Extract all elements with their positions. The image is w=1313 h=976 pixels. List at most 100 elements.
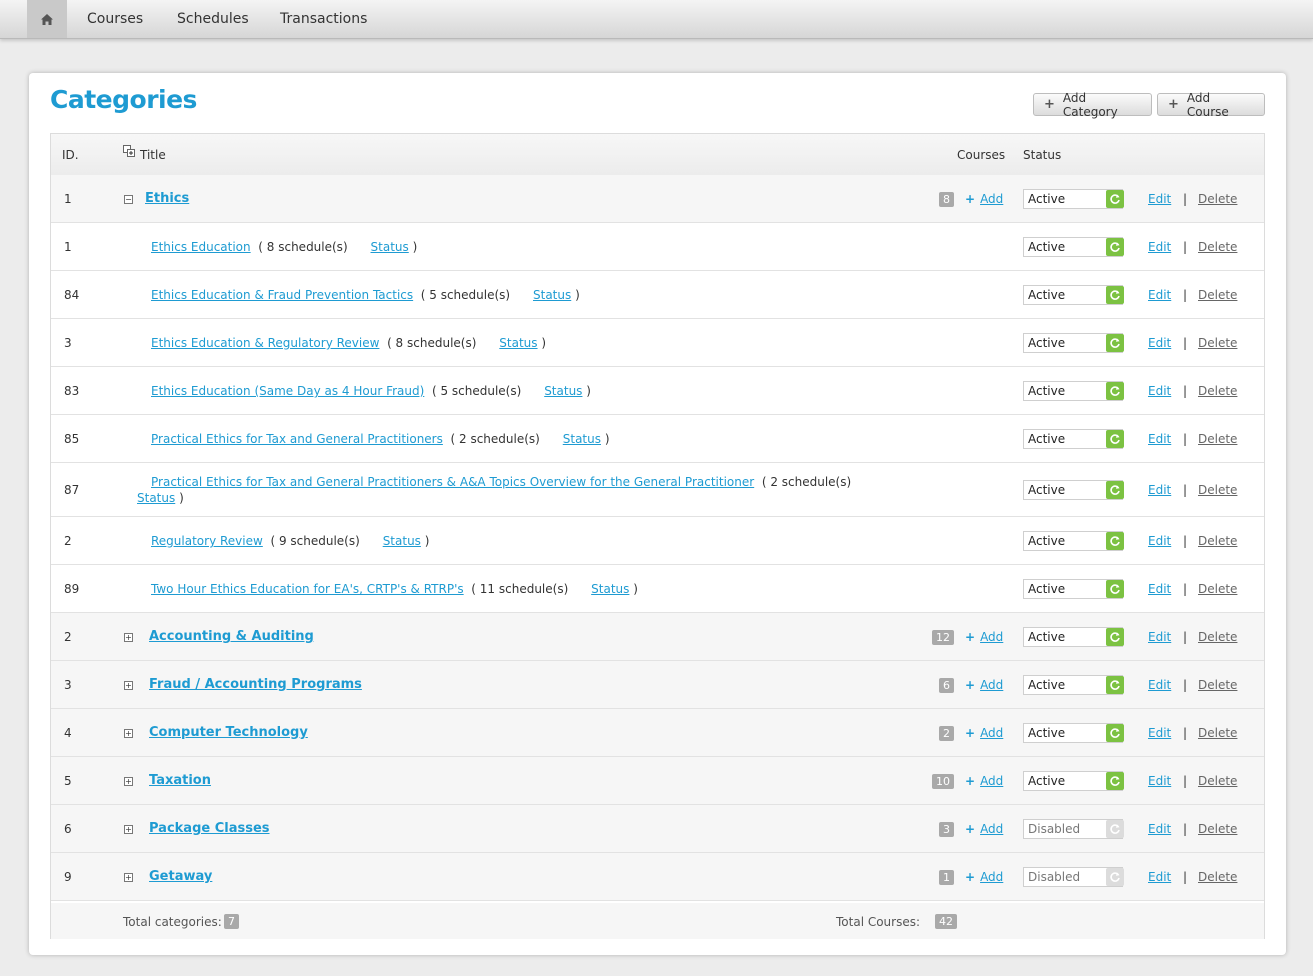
add-course-link[interactable]: + Add xyxy=(965,774,1003,788)
refresh-icon[interactable] xyxy=(1106,382,1124,400)
edit-link[interactable]: Edit xyxy=(1148,774,1171,788)
status-link[interactable]: Status xyxy=(544,384,582,398)
edit-link[interactable]: Edit xyxy=(1148,384,1171,398)
category-title-link[interactable]: Taxation xyxy=(149,773,211,788)
status-link[interactable]: Status xyxy=(137,491,175,505)
delete-link[interactable]: Delete xyxy=(1198,582,1237,596)
refresh-icon[interactable] xyxy=(1106,334,1124,352)
category-title-link[interactable]: Getaway xyxy=(149,869,212,884)
course-title-link[interactable]: Practical Ethics for Tax and General Pra… xyxy=(151,432,443,446)
delete-link[interactable]: Delete xyxy=(1198,774,1237,788)
separator: | xyxy=(1183,822,1188,836)
header-title[interactable]: Title xyxy=(140,148,166,162)
course-row: 85 Practical Ethics for Tax and General P… xyxy=(51,415,1264,463)
add-link-label: Add xyxy=(980,678,1004,692)
course-row: 1 Ethics Education ( 8 schedule(s) Status… xyxy=(51,223,1264,271)
nav-schedules[interactable]: Schedules xyxy=(177,11,249,27)
expand-icon[interactable]: + xyxy=(124,777,133,786)
course-title-link[interactable]: Practical Ethics for Tax and General Pra… xyxy=(151,475,754,489)
refresh-icon[interactable] xyxy=(1106,724,1124,742)
expand-icon[interactable]: + xyxy=(124,825,133,834)
add-course-link[interactable]: + Add xyxy=(965,630,1003,644)
course-count-badge: 1 xyxy=(939,870,954,885)
delete-link[interactable]: Delete xyxy=(1198,870,1237,884)
category-title-link[interactable]: Fraud / Accounting Programs xyxy=(149,677,362,692)
edit-link[interactable]: Edit xyxy=(1148,678,1171,692)
add-link-label: Add xyxy=(980,774,1004,788)
refresh-icon[interactable] xyxy=(1106,580,1124,598)
expand-icon[interactable]: + xyxy=(124,633,133,642)
delete-link[interactable]: Delete xyxy=(1198,192,1237,206)
refresh-icon[interactable] xyxy=(1106,868,1124,886)
delete-link[interactable]: Delete xyxy=(1198,288,1237,302)
home-tab[interactable] xyxy=(27,0,67,38)
refresh-icon[interactable] xyxy=(1106,628,1124,646)
status-link[interactable]: Status xyxy=(591,582,629,596)
refresh-icon[interactable] xyxy=(1106,286,1124,304)
refresh-icon[interactable] xyxy=(1106,676,1124,694)
refresh-icon[interactable] xyxy=(1106,772,1124,790)
nav-courses[interactable]: Courses xyxy=(87,11,143,27)
refresh-icon[interactable] xyxy=(1106,190,1124,208)
delete-link[interactable]: Delete xyxy=(1198,726,1237,740)
refresh-icon[interactable] xyxy=(1106,820,1124,838)
status-link[interactable]: Status xyxy=(383,534,421,548)
edit-link[interactable]: Edit xyxy=(1148,630,1171,644)
add-course-link[interactable]: + Add xyxy=(965,678,1003,692)
delete-link[interactable]: Delete xyxy=(1198,240,1237,254)
edit-link[interactable]: Edit xyxy=(1148,432,1171,446)
course-title-link[interactable]: Two Hour Ethics Education for EA's, CRTP… xyxy=(151,582,464,596)
category-title-link[interactable]: Package Classes xyxy=(149,821,270,836)
delete-link[interactable]: Delete xyxy=(1198,678,1237,692)
delete-link[interactable]: Delete xyxy=(1198,630,1237,644)
delete-link[interactable]: Delete xyxy=(1198,483,1237,497)
course-title-link[interactable]: Ethics Education xyxy=(151,240,251,254)
expand-icon[interactable]: + xyxy=(124,729,133,738)
course-title-link[interactable]: Regulatory Review xyxy=(151,534,263,548)
edit-link[interactable]: Edit xyxy=(1148,726,1171,740)
edit-link[interactable]: Edit xyxy=(1148,192,1171,206)
course-title-link[interactable]: Ethics Education & Fraud Prevention Tact… xyxy=(151,288,413,302)
status-link[interactable]: Status xyxy=(371,240,409,254)
course-title-link[interactable]: Ethics Education (Same Day as 4 Hour Fra… xyxy=(151,384,424,398)
edit-link[interactable]: Edit xyxy=(1148,822,1171,836)
edit-link[interactable]: Edit xyxy=(1148,288,1171,302)
nav-transactions[interactable]: Transactions xyxy=(280,11,367,27)
course-title-link[interactable]: Ethics Education & Regulatory Review xyxy=(151,336,379,350)
delete-link[interactable]: Delete xyxy=(1198,336,1237,350)
edit-link[interactable]: Edit xyxy=(1148,582,1171,596)
status-link[interactable]: Status xyxy=(499,336,537,350)
add-course-link[interactable]: + Add xyxy=(965,726,1003,740)
delete-link[interactable]: Delete xyxy=(1198,384,1237,398)
refresh-icon[interactable] xyxy=(1106,238,1124,256)
refresh-icon[interactable] xyxy=(1106,532,1124,550)
category-title-link[interactable]: Accounting & Auditing xyxy=(149,629,314,644)
tree-icon[interactable] xyxy=(123,145,135,160)
edit-link[interactable]: Edit xyxy=(1148,534,1171,548)
collapse-icon[interactable]: − xyxy=(124,195,133,204)
edit-link[interactable]: Edit xyxy=(1148,870,1171,884)
plus-icon: + xyxy=(965,630,976,644)
add-course-link[interactable]: + Add xyxy=(965,870,1003,884)
delete-link[interactable]: Delete xyxy=(1198,432,1237,446)
expand-icon[interactable]: + xyxy=(124,873,133,882)
course-line: Regulatory Review ( 9 schedule(s) Status… xyxy=(151,534,429,548)
add-course-button[interactable]: + Add Course xyxy=(1157,91,1265,119)
delete-link[interactable]: Delete xyxy=(1198,534,1237,548)
add-course-link[interactable]: + Add xyxy=(965,822,1003,836)
refresh-icon[interactable] xyxy=(1106,481,1124,499)
home-icon xyxy=(41,13,53,25)
close-paren: ) xyxy=(541,336,547,350)
add-course-link[interactable]: + Add xyxy=(965,192,1003,206)
status-link[interactable]: Status xyxy=(533,288,571,302)
expand-icon[interactable]: + xyxy=(124,681,133,690)
edit-link[interactable]: Edit xyxy=(1148,240,1171,254)
refresh-icon[interactable] xyxy=(1106,430,1124,448)
category-title-link[interactable]: Ethics xyxy=(145,191,189,206)
edit-link[interactable]: Edit xyxy=(1148,336,1171,350)
edit-link[interactable]: Edit xyxy=(1148,483,1171,497)
delete-link[interactable]: Delete xyxy=(1198,822,1237,836)
add-category-button[interactable]: + Add Category xyxy=(1033,91,1152,119)
status-link[interactable]: Status xyxy=(563,432,601,446)
category-title-link[interactable]: Computer Technology xyxy=(149,725,308,740)
